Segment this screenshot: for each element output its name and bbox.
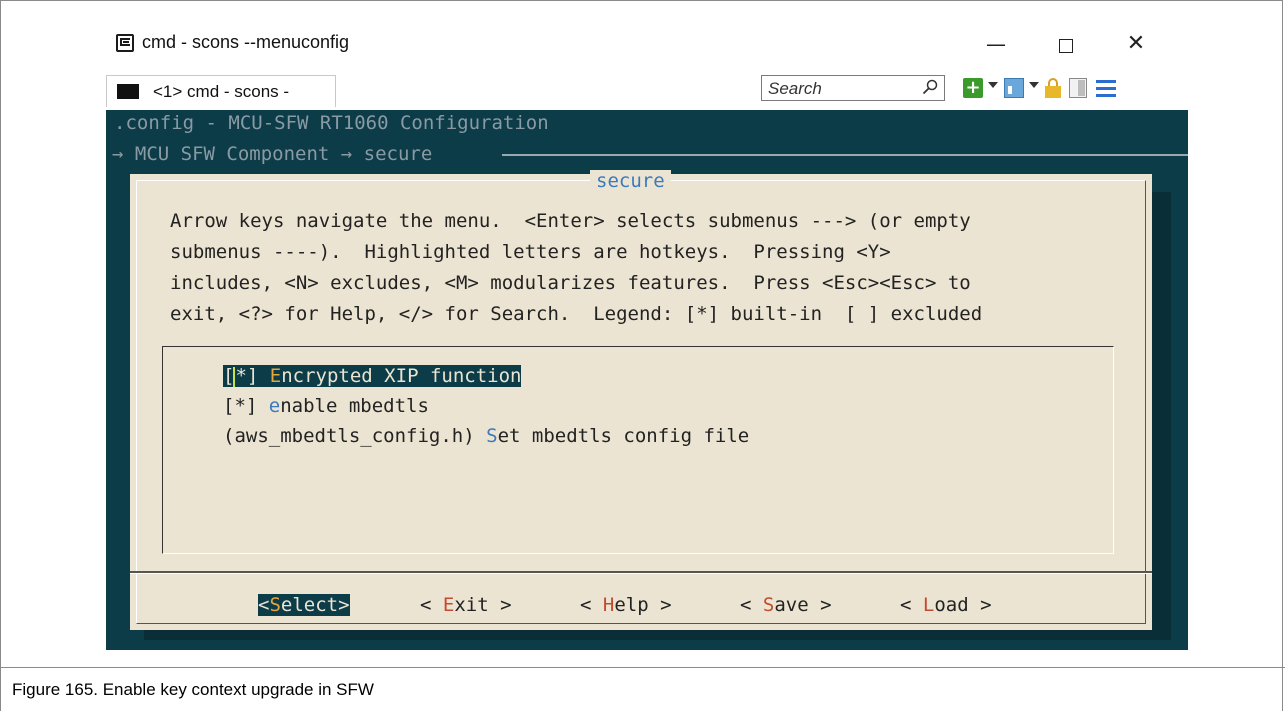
console-app-icon — [116, 34, 134, 52]
hotkey-letter: S — [269, 594, 281, 616]
menu-item-text: ncrypted XIP function — [281, 365, 522, 387]
help-line: Arrow keys navigate the menu. <Enter> se… — [170, 210, 971, 232]
hamburger-menu-icon[interactable] — [1096, 78, 1116, 98]
figure-caption: Figure 165. Enable key context upgrade i… — [12, 680, 374, 699]
chevron-down-icon[interactable] — [988, 82, 998, 88]
panel-view-icon[interactable] — [1004, 78, 1024, 98]
selected-highlight: [*] Encrypted XIP function — [223, 365, 522, 387]
breadcrumb-rule — [502, 154, 1188, 156]
minimize-button[interactable]: — — [976, 28, 1016, 60]
menu-item-text: et mbedtls config file — [497, 425, 750, 447]
hotkey-letter: S — [762, 594, 775, 616]
hotkey-letter: L — [922, 594, 935, 616]
select-button[interactable]: <Select> — [258, 594, 350, 616]
button-bracket: < — [740, 594, 763, 616]
search-placeholder: Search — [768, 79, 822, 98]
dialog-title: secure — [590, 170, 671, 192]
menu-item-enable-mbedtls[interactable]: [*] enable mbedtls — [223, 395, 429, 417]
caption-divider — [0, 667, 1285, 668]
menu-item-prefix: [*] — [223, 395, 269, 417]
help-line: submenus ----). Highlighted letters are … — [170, 241, 891, 263]
save-button[interactable]: < Save > — [740, 594, 832, 616]
menuconfig-dialog: secure Arrow keys navigate the menu. <En… — [130, 170, 1152, 630]
button-bracket: < — [420, 594, 443, 616]
help-text: Arrow keys navigate the menu. <Enter> se… — [170, 206, 982, 330]
maximize-button[interactable] — [1046, 28, 1086, 60]
chevron-down-icon[interactable] — [1029, 82, 1039, 88]
button-label: xit — [454, 594, 489, 616]
hotkey-letter: S — [486, 425, 498, 447]
tab-label: <1> cmd - scons - — [153, 82, 290, 101]
config-title: .config - MCU-SFW RT1060 Configuration — [114, 112, 549, 134]
search-icon[interactable] — [922, 79, 938, 95]
help-line: includes, <N> excludes, <M> modularizes … — [170, 272, 971, 294]
tab-console-1[interactable]: <1> cmd - scons - — [106, 75, 336, 107]
menu-list: [*] Encrypted XIP function [*] enable mb… — [162, 346, 1114, 554]
button-bracket: < — [580, 594, 603, 616]
tab-toolbar: <1> cmd - scons - Search + — [106, 72, 1188, 110]
split-view-icon[interactable] — [1069, 78, 1087, 98]
button-bracket: > — [968, 594, 992, 616]
menu-item-encrypted-xip[interactable]: [*] Encrypted XIP function — [223, 365, 522, 387]
button-bracket: < — [900, 594, 923, 616]
button-divider-highlight — [130, 573, 1152, 574]
button-bracket: > — [808, 594, 832, 616]
terminal-icon — [117, 84, 139, 99]
hotkey-letter: e — [268, 395, 281, 417]
terminal-area[interactable]: .config - MCU-SFW RT1060 Configuration →… — [106, 110, 1188, 650]
button-label: ave — [774, 594, 809, 616]
menu-item-text: nable mbedtls — [280, 395, 429, 417]
breadcrumb: → MCU SFW Component → secure — [112, 143, 433, 165]
hotkey-letter: H — [602, 594, 615, 616]
maximize-icon — [1059, 38, 1073, 53]
help-button[interactable]: < Help > — [580, 594, 672, 616]
button-label: oad — [934, 594, 969, 616]
lock-icon[interactable] — [1044, 78, 1062, 98]
search-input[interactable]: Search — [761, 75, 945, 101]
hotkey-letter: E — [442, 594, 455, 616]
button-bracket: < — [258, 594, 270, 616]
exit-button[interactable]: < Exit > — [420, 594, 512, 616]
button-label: elect — [280, 594, 339, 616]
title-bar: cmd - scons --menuconfig — ✕ — [106, 22, 1188, 68]
new-console-plus-icon[interactable]: + — [963, 78, 983, 98]
button-bracket: > — [338, 594, 350, 616]
console-window: cmd - scons --menuconfig — ✕ <1> cmd - s… — [106, 22, 1188, 650]
button-bracket: > — [648, 594, 672, 616]
button-label: elp — [614, 594, 649, 616]
button-bracket: > — [488, 594, 512, 616]
close-button[interactable]: ✕ — [1116, 28, 1156, 60]
load-button[interactable]: < Load > — [900, 594, 992, 616]
hotkey-letter: E — [269, 365, 282, 387]
window-title: cmd - scons --menuconfig — [142, 32, 350, 52]
menu-item-mbedtls-config[interactable]: (aws_mbedtls_config.h) Set mbedtls confi… — [223, 425, 749, 447]
help-line: exit, <?> for Help, </> for Search. Lege… — [170, 303, 983, 325]
menu-item-prefix: (aws_mbedtls_config.h) — [223, 425, 487, 447]
